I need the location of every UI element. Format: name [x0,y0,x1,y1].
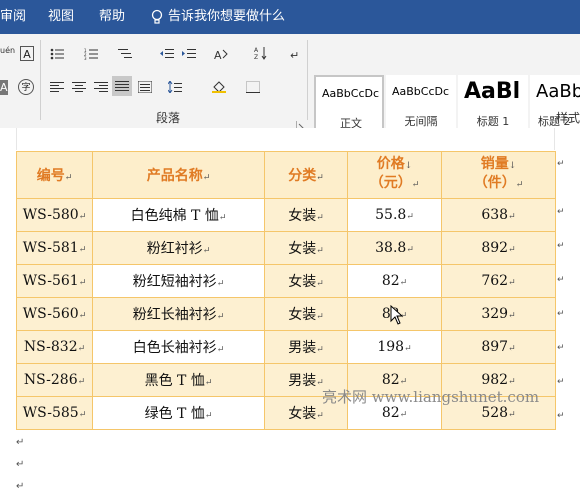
lightbulb-icon [150,9,164,25]
justify-button[interactable] [112,76,132,96]
svg-text:3: 3 [84,56,87,60]
style-normal[interactable]: AaBbCcDc 正文 [314,75,384,133]
table-cell[interactable]: 白色纯棉 T 恤↵ [92,198,265,232]
group-separator [40,40,41,120]
table-cell[interactable]: 绿色 T 恤↵ [92,396,265,430]
svg-text:Z: Z [254,54,258,60]
table-cell[interactable]: 白色长袖衬衫↵ [92,330,265,364]
table-cell[interactable]: 女装↵ [264,231,348,265]
bullets-icon[interactable] [50,48,64,60]
center-icon[interactable] [72,81,86,93]
ribbon: uén A A 字 123 A AZ ↵ 段落 AaBbCcDc 正文 AaBb… [0,34,580,133]
table-row: WS-561↵ 粉红短袖衬衫↵ 女装↵ 82↵ 762↵ [16,264,556,298]
tell-me-search[interactable]: 告诉我你想要做什么 [168,0,285,34]
svg-text:A: A [254,47,259,54]
table-cell[interactable]: 黑色 T 恤↵ [92,363,265,397]
character-shading-icon[interactable]: A [0,80,8,95]
style-no-spacing[interactable]: AaBbCcDc 无间隔 [386,75,456,133]
menu-review[interactable]: 审阅 [0,0,26,34]
styles-gallery: AaBbCcDc 正文 AaBbCcDc 无间隔 AaBl 标题 1 AaBb … [314,75,580,133]
watermark-text: 亮术网 www.liangshunet.com [322,388,540,406]
table-cell[interactable]: 198↵ [347,330,442,364]
increase-indent-icon[interactable] [182,48,196,60]
table-cell[interactable]: 女装↵ [264,198,348,232]
align-left-icon[interactable] [50,81,64,93]
character-border-icon[interactable]: A [20,46,34,61]
title-bar: 审阅 视图 帮助 告诉我你想要做什么 [0,0,580,34]
paragraph-mark: ↵ [16,459,25,470]
table-cell[interactable]: 女装↵ [264,264,348,298]
row-end-mark: ↵ [557,159,565,169]
row-end-mark: ↵ [557,309,565,319]
row-end-mark: ↵ [557,241,565,251]
row-end-mark: ↵ [557,411,565,421]
table-cell[interactable]: 892↵ [441,231,556,265]
table-row: WS-580↵ 白色纯棉 T 恤↵ 女装↵ 55.8↵ 638↵ [16,198,556,232]
table-cell[interactable]: NS-832↵ [16,330,93,364]
table-cell[interactable]: 55.8↵ [347,198,442,232]
row-end-mark: ↵ [557,207,565,217]
header-cell[interactable]: 价格↓ （元）↵ [347,151,442,199]
table-cell[interactable]: 329↵ [441,297,556,331]
table-cell[interactable]: 762↵ [441,264,556,298]
table-cell[interactable]: WS-561↵ [16,264,93,298]
phonetic-guide-button[interactable]: uén [0,46,15,55]
table-cell[interactable]: WS-580↵ [16,198,93,232]
header-cell[interactable]: 分类↵ [264,151,348,199]
table-cell[interactable]: NS-286↵ [16,363,93,397]
table-row: WS-581↵ 粉红衬衫↵ 女装↵ 38.8↵ 892↵ [16,231,556,265]
menu-view[interactable]: 视图 [48,0,74,34]
svg-text:A: A [214,49,222,60]
paragraph-group-label: 段落 [156,111,181,125]
table-row: NS-832↵ 白色长袖衬衫↵ 男装↵ 198↵ 897↵ [16,330,556,364]
paragraph-dialog-launcher-icon[interactable] [295,114,305,130]
table-cell[interactable]: 男装↵ [264,330,348,364]
align-right-icon[interactable] [94,81,108,93]
table-cell[interactable]: 897↵ [441,330,556,364]
table-header-row: 编号↵ 产品名称↵ 分类↵ 价格↓ （元）↵ 销量↓ （件）↵ [16,151,556,199]
enclose-characters-icon[interactable]: 字 [18,79,34,95]
table-cell[interactable]: 粉红短袖衬衫↵ [92,264,265,298]
group-separator [307,40,308,120]
borders-icon[interactable] [246,81,260,93]
distributed-icon[interactable] [138,81,152,93]
table-cell[interactable]: 女装↵ [264,297,348,331]
ruler [0,128,580,150]
styles-group-label: 样式 [556,111,580,125]
header-cell[interactable]: 销量↓ （件）↵ [441,151,556,199]
table-cell[interactable]: 82↵ [347,264,442,298]
table-row: WS-560↵ 粉红长袖衬衫↵ 女装↵ 82↵ 329↵ [16,297,556,331]
style-heading-1[interactable]: AaBl 标题 1 [458,75,528,133]
table-cell[interactable]: WS-560↵ [16,297,93,331]
row-end-mark: ↵ [557,275,565,285]
header-cell[interactable]: 编号↵ [16,151,93,199]
show-marks-icon[interactable]: ↵ [288,48,302,60]
row-end-mark: ↵ [557,377,565,387]
mouse-cursor-icon [390,304,404,325]
line-spacing-icon[interactable] [168,81,182,93]
sort-icon[interactable]: AZ [254,46,268,60]
header-cell[interactable]: 产品名称↵ [92,151,265,199]
svg-text:↵: ↵ [290,49,299,60]
multilevel-list-icon[interactable] [118,48,132,60]
table-cell[interactable]: 粉红长袖衬衫↵ [92,297,265,331]
numbering-icon[interactable]: 123 [84,48,98,60]
menu-help[interactable]: 帮助 [99,0,125,34]
table-cell[interactable]: 粉红衬衫↵ [92,231,265,265]
decrease-indent-icon[interactable] [160,48,174,60]
table-cell[interactable]: WS-581↵ [16,231,93,265]
table-cell[interactable]: WS-585↵ [16,396,93,430]
text-direction-icon[interactable]: A [214,48,228,60]
paragraph-mark: ↵ [16,437,25,448]
row-end-mark: ↵ [557,343,565,353]
paragraph-mark: ↵ [16,481,25,492]
table-cell[interactable]: 638↵ [441,198,556,232]
table-cell[interactable]: 38.8↵ [347,231,442,265]
shading-icon[interactable] [212,81,226,93]
